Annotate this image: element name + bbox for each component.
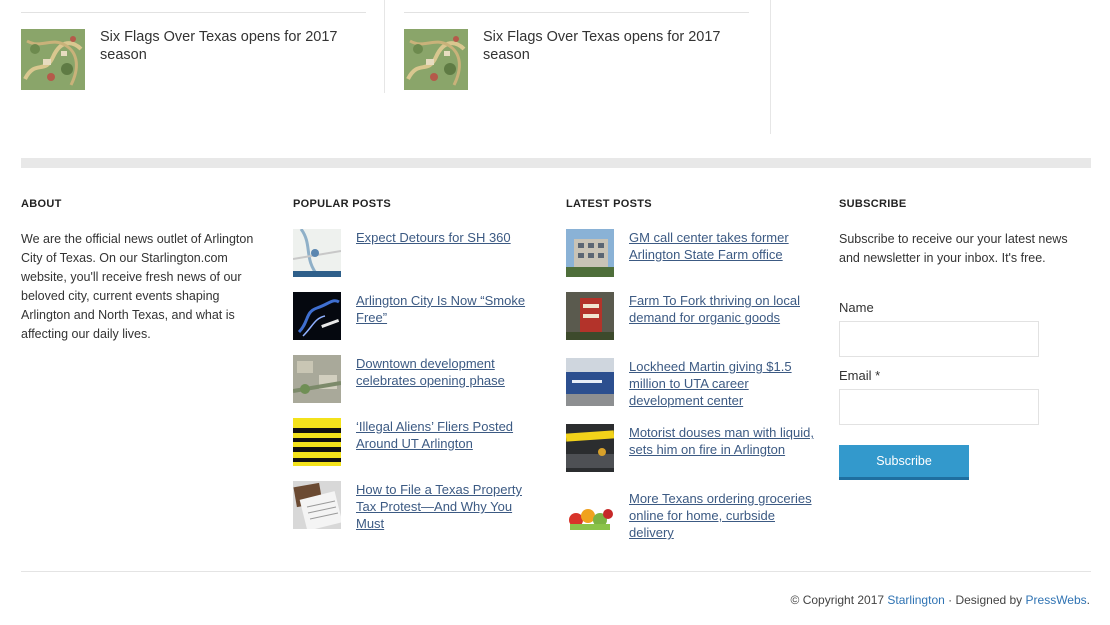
site-link[interactable]: Starlington — [887, 593, 944, 607]
footer-divider — [21, 571, 1091, 572]
related-post-title[interactable]: Six Flags Over Texas opens for 2017 seas… — [100, 28, 360, 64]
popular-post-link[interactable]: How to File a Texas Property Tax Protest… — [356, 481, 541, 532]
subscribe-heading: SUBSCRIBE — [839, 198, 907, 210]
copyright: © Copyright 2017 Starlington · Designed … — [791, 593, 1090, 607]
designed-by-text: · Designed by — [944, 593, 1026, 607]
latest-post-link[interactable]: Farm To Fork thriving on local demand fo… — [629, 292, 814, 326]
latest-post-link[interactable]: GM call center takes former Arlington St… — [629, 229, 814, 263]
divider — [404, 12, 749, 13]
police-tape-thumbnail[interactable] — [566, 424, 614, 472]
email-field[interactable] — [839, 389, 1039, 425]
about-heading: ABOUT — [21, 198, 62, 210]
tax-form-thumbnail[interactable] — [293, 481, 341, 529]
road-map-thumbnail[interactable] — [293, 229, 341, 277]
designer-link[interactable]: PressWebs — [1026, 593, 1087, 607]
related-post-1[interactable]: Six Flags Over Texas opens for 2017 seas… — [21, 0, 366, 94]
related-post-title[interactable]: Six Flags Over Texas opens for 2017 seas… — [483, 28, 743, 64]
popular-post-link[interactable]: Expect Detours for SH 360 — [356, 229, 541, 246]
related-posts: Six Flags Over Texas opens for 2017 seas… — [0, 0, 1110, 135]
divider — [21, 12, 366, 13]
column-divider — [770, 0, 771, 134]
popular-post-link[interactable]: Arlington City Is Now “Smoke Free” — [356, 292, 541, 326]
notice-flier-thumbnail[interactable] — [293, 418, 341, 466]
latest-post-link[interactable]: Lockheed Martin giving $1.5 million to U… — [629, 358, 814, 409]
name-field[interactable] — [839, 321, 1039, 357]
park-map-thumbnail[interactable] — [21, 29, 85, 90]
popular-post-link[interactable]: ‘Illegal Aliens’ Fliers Posted Around UT… — [356, 418, 541, 452]
park-map-thumbnail[interactable] — [404, 29, 468, 90]
about-text: We are the official news outlet of Arlin… — [21, 232, 254, 341]
about-widget: ABOUT We are the official news outlet of… — [21, 196, 261, 344]
popular-posts-widget: POPULAR POSTS Expect Detours for SH 360 … — [293, 196, 543, 531]
name-label: Name — [839, 300, 874, 315]
farm-sign-thumbnail[interactable] — [566, 292, 614, 340]
blue-sign-thumbnail[interactable] — [566, 358, 614, 406]
aerial-site-thumbnail[interactable] — [293, 355, 341, 403]
office-building-thumbnail[interactable] — [566, 229, 614, 277]
latest-post-link[interactable]: More Texans ordering groceries online fo… — [629, 490, 814, 541]
subscribe-text: Subscribe to receive our your latest new… — [839, 232, 1068, 265]
related-post-2[interactable]: Six Flags Over Texas opens for 2017 seas… — [404, 0, 749, 94]
subscribe-button[interactable]: Subscribe — [839, 445, 969, 480]
column-divider — [384, 0, 385, 93]
latest-posts-heading: LATEST POSTS — [566, 198, 652, 210]
groceries-thumbnail[interactable] — [566, 490, 614, 538]
smoke-thumbnail[interactable] — [293, 292, 341, 340]
email-label: Email * — [839, 368, 881, 383]
latest-posts-widget: LATEST POSTS GM call center takes former… — [566, 196, 814, 540]
popular-post-link[interactable]: Downtown development celebrates opening … — [356, 355, 541, 389]
popular-posts-heading: POPULAR POSTS — [293, 198, 392, 210]
latest-post-link[interactable]: Motorist douses man with liquid, sets hi… — [629, 424, 814, 458]
copyright-prefix: © Copyright 2017 — [790, 593, 888, 607]
copyright-suffix: . — [1086, 593, 1090, 607]
footer-divider-band — [21, 158, 1091, 168]
subscribe-widget: SUBSCRIBE Subscribe to receive our your … — [839, 196, 1079, 480]
